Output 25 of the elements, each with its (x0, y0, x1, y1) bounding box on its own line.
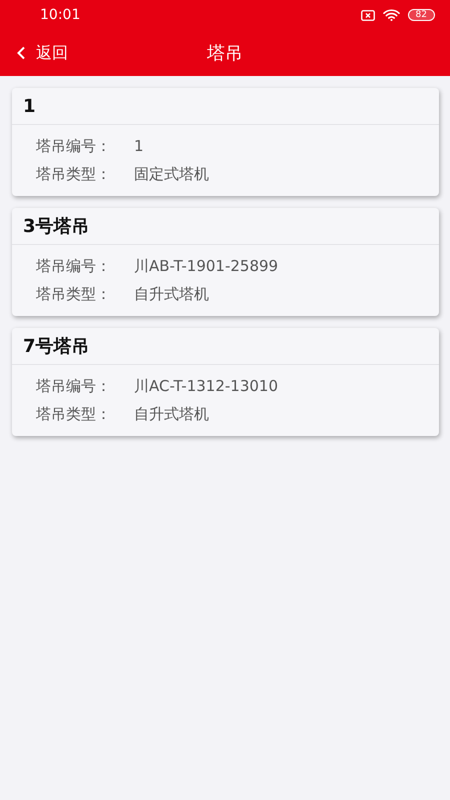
status-time: 10:01 (40, 7, 80, 23)
back-button[interactable]: 返回 (0, 42, 68, 64)
page-title: 塔吊 (207, 42, 243, 65)
battery-level: 82 (408, 9, 435, 21)
crane-card[interactable]: 3号塔吊 塔吊编号： 川AB-T-1901-25899 塔吊类型： 自升式塔机 (12, 208, 439, 316)
card-title: 7号塔吊 (23, 335, 90, 358)
field-label: 塔吊类型： (36, 404, 112, 424)
field-label: 塔吊类型： (36, 284, 112, 304)
wifi-icon (382, 9, 400, 21)
field-label: 塔吊编号： (36, 136, 112, 156)
field-value: 自升式塔机 (134, 404, 209, 424)
no-sim-icon (360, 10, 375, 20)
card-title: 1 (23, 96, 36, 116)
crane-card[interactable]: 7号塔吊 塔吊编号： 川AC-T-1312-13010 塔吊类型： 自升式塔机 (12, 328, 439, 436)
field-label: 塔吊编号： (36, 376, 112, 396)
field-value: 川AC-T-1312-13010 (134, 376, 278, 396)
field-label: 塔吊类型： (36, 164, 112, 184)
field-value: 固定式塔机 (134, 164, 209, 184)
crane-card[interactable]: 1 塔吊编号： 1 塔吊类型： 固定式塔机 (12, 88, 439, 196)
card-title: 3号塔吊 (23, 215, 90, 238)
field-value: 川AB-T-1901-25899 (134, 256, 278, 276)
back-icon (16, 46, 26, 60)
field-value: 1 (134, 137, 144, 155)
field-label: 塔吊编号： (36, 256, 112, 276)
field-value: 自升式塔机 (134, 284, 209, 304)
